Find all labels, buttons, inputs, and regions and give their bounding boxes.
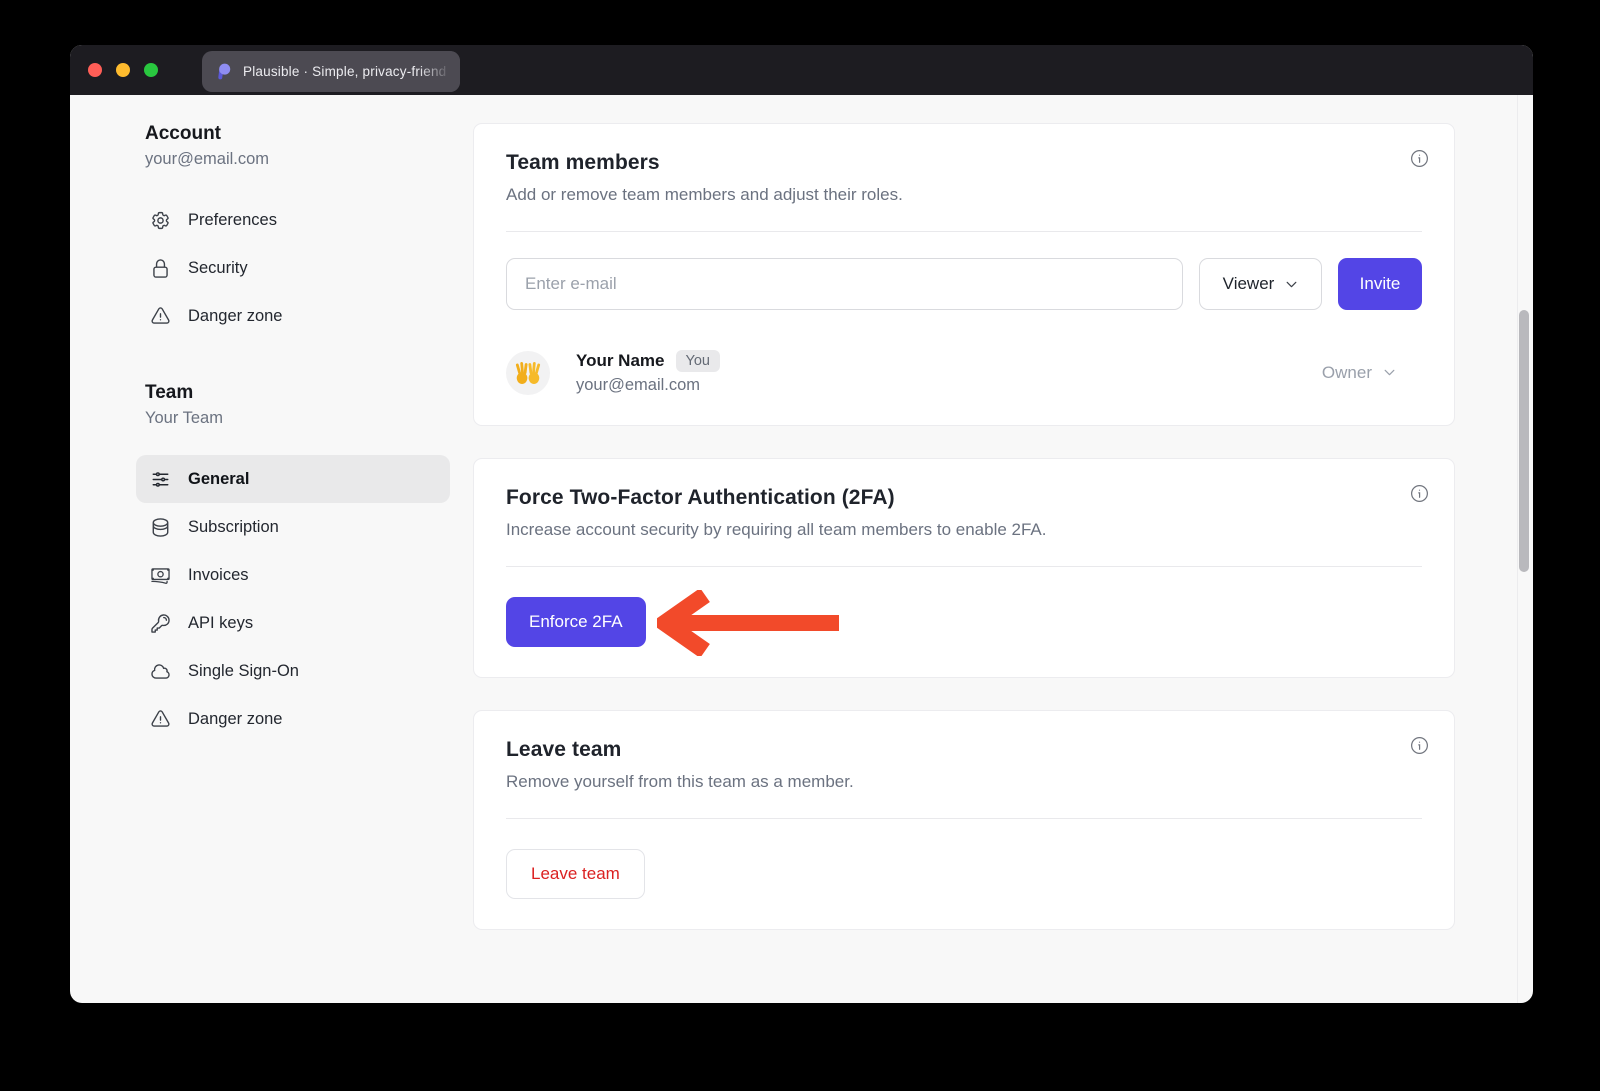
member-role-value: Owner — [1322, 363, 1372, 383]
plausible-favicon-icon — [214, 62, 233, 81]
member-email: your@email.com — [576, 376, 720, 395]
divider — [506, 566, 1422, 567]
sidebar-item-label: Danger zone — [188, 710, 282, 729]
invite-role-select[interactable]: Viewer — [1199, 258, 1322, 310]
sidebar-item-account-danger-zone[interactable]: Danger zone — [136, 292, 450, 340]
card-description: Add or remove team members and adjust th… — [506, 185, 1422, 205]
open-hands-emoji-icon — [514, 360, 542, 385]
sidebar-item-team-danger-zone[interactable]: Danger zone — [136, 695, 450, 743]
scrollbar-thumb[interactable] — [1519, 310, 1529, 572]
chevron-down-icon — [1285, 278, 1298, 291]
card-title: Team members — [506, 151, 1422, 175]
key-icon — [150, 613, 171, 634]
warning-triangle-icon — [150, 306, 171, 327]
sidebar-item-general[interactable]: General — [136, 455, 450, 503]
sidebar-item-security[interactable]: Security — [136, 244, 450, 292]
gear-icon — [150, 210, 171, 231]
settings-sidebar: Account your@email.com Preferences Secur… — [136, 123, 450, 1003]
card-description: Remove yourself from this team as a memb… — [506, 772, 1422, 792]
settings-main: Team members Add or remove team members … — [473, 123, 1455, 1003]
sidebar-item-label: Subscription — [188, 518, 279, 537]
team-members-card: Team members Add or remove team members … — [473, 123, 1455, 426]
info-icon[interactable] — [1409, 483, 1430, 504]
sidebar-item-single-sign-on[interactable]: Single Sign-On — [136, 647, 450, 695]
browser-window: Plausible · Simple, privacy-friend Accou… — [70, 45, 1533, 1003]
invite-email-input[interactable] — [506, 258, 1183, 310]
card-title: Force Two-Factor Authentication (2FA) — [506, 486, 1422, 510]
close-window-button[interactable] — [88, 63, 102, 77]
member-name: Your Name — [576, 351, 665, 371]
sidebar-item-api-keys[interactable]: API keys — [136, 599, 450, 647]
warning-triangle-icon — [150, 709, 171, 730]
avatar — [506, 351, 550, 395]
window-controls — [88, 63, 158, 77]
sidebar-item-label: Invoices — [188, 566, 249, 585]
sidebar-item-label: Security — [188, 259, 248, 278]
team-name: Your Team — [145, 409, 450, 428]
sidebar-item-label: Preferences — [188, 211, 277, 230]
browser-tab[interactable]: Plausible · Simple, privacy-friend — [202, 51, 460, 92]
card-title: Leave team — [506, 738, 1422, 762]
invite-button[interactable]: Invite — [1338, 258, 1422, 310]
divider — [506, 231, 1422, 232]
leave-team-card: Leave team Remove yourself from this tea… — [473, 710, 1455, 930]
team-section: Team Your Team General Subscription Invo… — [136, 382, 450, 743]
invite-row: Viewer Invite — [506, 258, 1422, 310]
chevron-down-icon — [1383, 366, 1396, 379]
account-section-title: Account — [145, 123, 450, 145]
cloud-icon — [150, 661, 171, 682]
member-role-select[interactable]: Owner — [1322, 363, 1422, 383]
card-description: Increase account security by requiring a… — [506, 520, 1422, 540]
scrollbar-track[interactable] — [1517, 95, 1533, 1003]
leave-team-button[interactable]: Leave team — [506, 849, 645, 899]
account-section: Account your@email.com Preferences Secur… — [136, 123, 450, 340]
sidebar-item-label: API keys — [188, 614, 253, 633]
settings-page: Account your@email.com Preferences Secur… — [70, 95, 1533, 1003]
sidebar-item-invoices[interactable]: Invoices — [136, 551, 450, 599]
sidebar-item-label: Single Sign-On — [188, 662, 299, 681]
sidebar-item-preferences[interactable]: Preferences — [136, 196, 450, 244]
lock-icon — [150, 258, 171, 279]
red-arrow-annotation-icon — [657, 590, 842, 656]
member-you-badge: You — [676, 350, 720, 372]
account-email: your@email.com — [145, 150, 450, 169]
tab-title-fade — [418, 51, 460, 92]
title-bar: Plausible · Simple, privacy-friend — [70, 45, 1533, 95]
divider — [506, 818, 1422, 819]
sidebar-item-label: General — [188, 470, 249, 489]
leave-team-row: Leave team — [506, 849, 1422, 899]
invite-role-value: Viewer — [1223, 274, 1275, 294]
database-stack-icon — [150, 517, 171, 538]
enforce-2fa-button[interactable]: Enforce 2FA — [506, 597, 646, 647]
zoom-window-button[interactable] — [144, 63, 158, 77]
info-icon[interactable] — [1409, 735, 1430, 756]
sidebar-item-label: Danger zone — [188, 307, 282, 326]
info-icon[interactable] — [1409, 148, 1430, 169]
force-2fa-card: Force Two-Factor Authentication (2FA) In… — [473, 458, 1455, 678]
member-row: Your Name You your@email.com Owner — [506, 350, 1422, 395]
sidebar-item-subscription[interactable]: Subscription — [136, 503, 450, 551]
tab-title: Plausible · Simple, privacy-friend — [243, 64, 446, 79]
sliders-icon — [150, 469, 171, 490]
team-section-title: Team — [145, 382, 450, 404]
member-info: Your Name You your@email.com — [576, 350, 720, 395]
enforce-2fa-row: Enforce 2FA — [506, 597, 1422, 647]
minimize-window-button[interactable] — [116, 63, 130, 77]
banknote-icon — [150, 565, 171, 586]
